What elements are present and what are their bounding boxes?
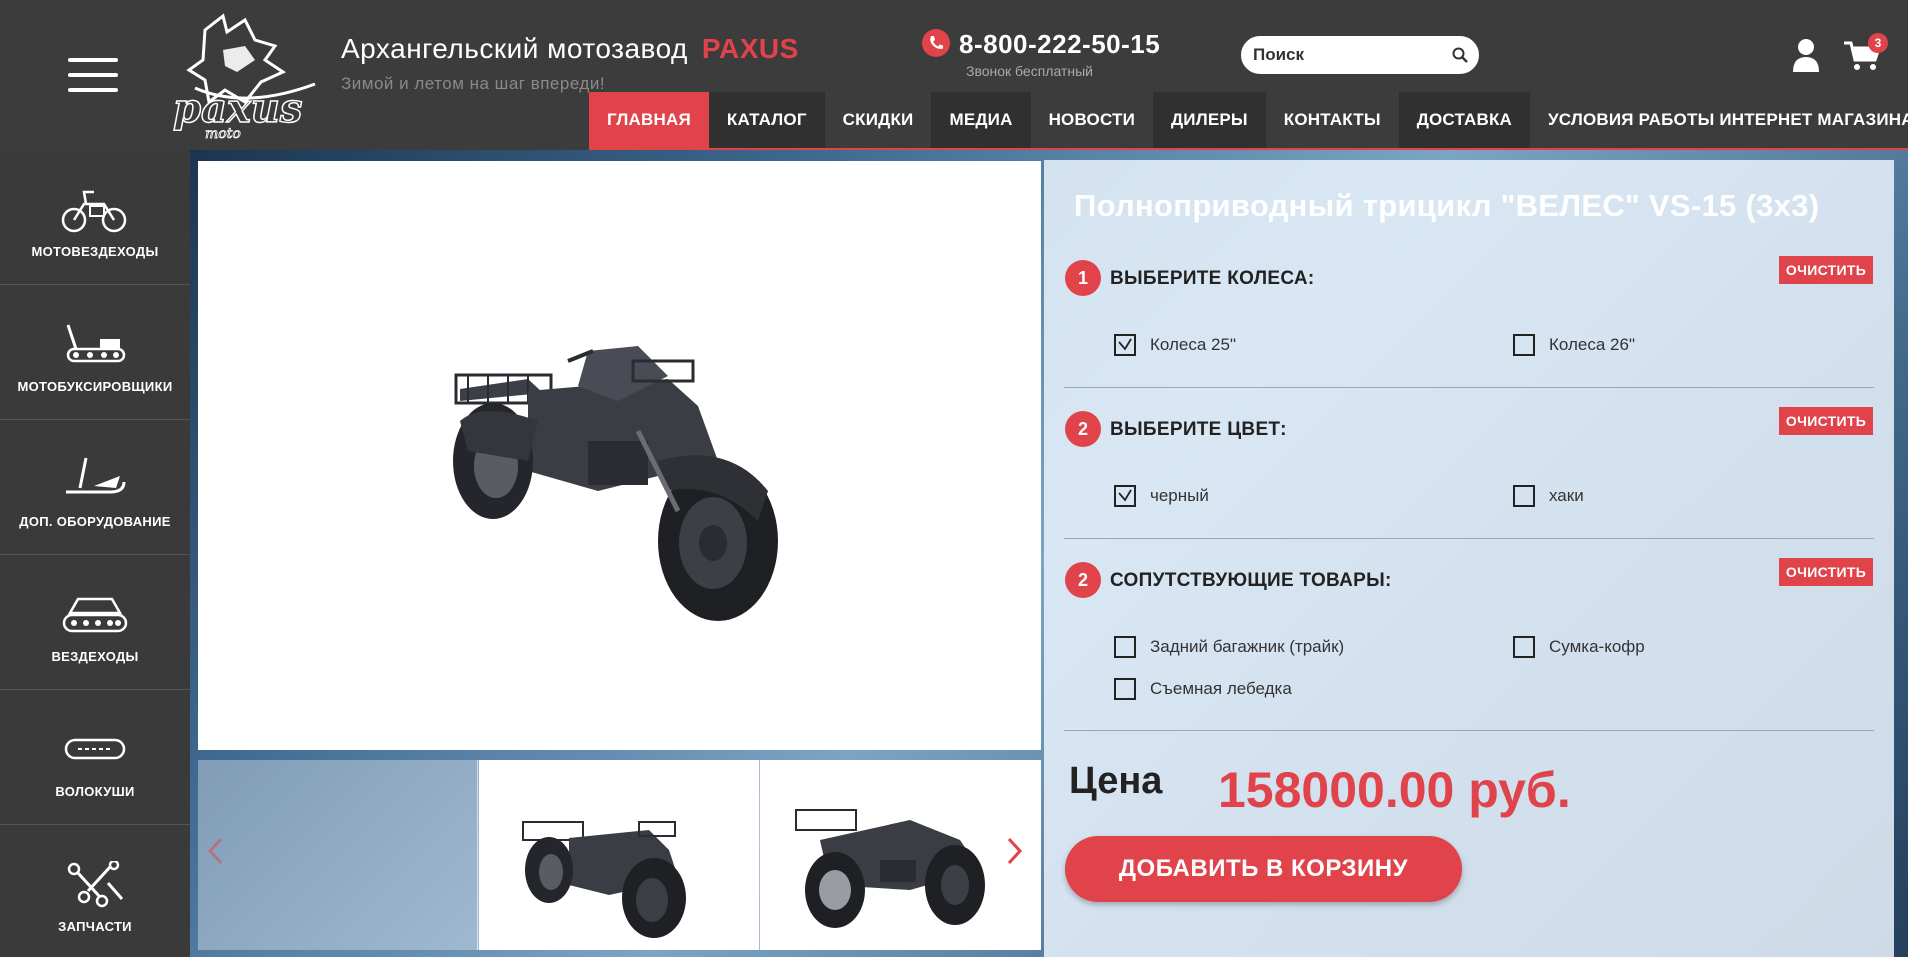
tools-icon bbox=[67, 861, 124, 908]
nav-news[interactable]: НОВОСТИ bbox=[1030, 92, 1153, 148]
sidebar-item-label: ЗАПЧАСТИ bbox=[58, 919, 132, 934]
brand-name: PAXUS bbox=[701, 33, 799, 64]
nav-home[interactable]: ГЛАВНАЯ bbox=[589, 92, 709, 148]
phone-note: Звонок бесплатный bbox=[966, 63, 1093, 79]
user-icon[interactable] bbox=[1792, 38, 1820, 72]
svg-text:moto: moto bbox=[205, 126, 241, 140]
trike-image bbox=[453, 346, 778, 621]
nav-delivery[interactable]: ДОСТАВКА bbox=[1398, 92, 1530, 148]
clear-related-button[interactable]: ОЧИСТИТЬ bbox=[1779, 558, 1873, 586]
site-title: Архангельский мотозавод PAXUS bbox=[341, 33, 799, 65]
product-main-image[interactable] bbox=[198, 161, 1041, 750]
phone-icon bbox=[922, 29, 950, 57]
sled-icon bbox=[66, 457, 126, 494]
option-label: Колеса 25" bbox=[1150, 335, 1236, 354]
option-label: Сумка-кофр bbox=[1549, 637, 1645, 656]
checkbox-checked[interactable] bbox=[1114, 334, 1136, 356]
nav-contacts[interactable]: КОНТАКТЫ bbox=[1265, 92, 1399, 148]
option-wheels-25[interactable]: Колеса 25" bbox=[1114, 333, 1236, 357]
option-label: Съемная лебедка bbox=[1150, 679, 1292, 698]
option-label: хаки bbox=[1549, 486, 1584, 505]
product-title: Полноприводный трицикл "ВЕЛЕС" VS-15 (3х… bbox=[1074, 188, 1820, 223]
site-name: Архангельский мотозавод bbox=[341, 33, 688, 64]
thumbnail-strip bbox=[198, 760, 1041, 950]
add-to-cart-button[interactable]: ДОБАВИТЬ В КОРЗИНУ bbox=[1065, 836, 1462, 902]
paxus-logo[interactable]: paxus moto bbox=[165, 10, 325, 140]
option-color-khaki[interactable]: хаки bbox=[1513, 484, 1584, 508]
divider bbox=[1064, 387, 1874, 388]
step-title-related: СОПУТСТВУЮЩИЕ ТОВАРЫ: bbox=[1110, 570, 1392, 591]
nav-discounts[interactable]: СКИДКИ bbox=[824, 92, 932, 148]
step-title-color: ВЫБЕРИТЕ ЦВЕТ: bbox=[1110, 419, 1287, 440]
trike-thumbnail-image bbox=[479, 760, 759, 950]
search-icon[interactable] bbox=[1451, 46, 1469, 64]
product-options-panel: Полноприводный трицикл "ВЕЛЕС" VS-15 (3х… bbox=[1044, 160, 1894, 957]
sidebar-item-all-terrain[interactable]: ВЕЗДЕХОДЫ bbox=[0, 555, 190, 690]
step-number: 1 bbox=[1065, 260, 1101, 296]
sidebar-item-label: ДОП. ОБОРУДОВАНИЕ bbox=[19, 514, 171, 529]
option-rear-rack[interactable]: Задний багажник (трайк) bbox=[1114, 635, 1344, 659]
thumbnail-2[interactable] bbox=[479, 760, 759, 950]
option-label: Задний багажник (трайк) bbox=[1150, 637, 1345, 656]
clear-color-button[interactable]: ОЧИСТИТЬ bbox=[1779, 407, 1873, 435]
search-input[interactable] bbox=[1253, 38, 1443, 72]
search-box bbox=[1241, 36, 1479, 74]
divider bbox=[1064, 730, 1874, 731]
option-bag[interactable]: Сумка-кофр bbox=[1513, 635, 1645, 659]
nav-shop-terms[interactable]: УСЛОВИЯ РАБОТЫ ИНТЕРНЕТ МАГАЗИНА bbox=[1530, 92, 1908, 148]
nav-catalog[interactable]: КАТАЛОГ bbox=[708, 92, 825, 148]
nav-media[interactable]: МЕДИА bbox=[931, 92, 1031, 148]
price-label: Цена bbox=[1069, 760, 1163, 802]
nav-dealers[interactable]: ДИЛЕРЫ bbox=[1153, 92, 1266, 148]
atv-icon bbox=[61, 190, 127, 233]
sidebar-item-label: МОТОВЕЗДЕХОДЫ bbox=[31, 244, 159, 259]
option-label: черный bbox=[1150, 486, 1209, 505]
snow-tractor-icon bbox=[66, 324, 126, 363]
sidebar-item-label: МОТОБУКСИРОВЩИКИ bbox=[17, 379, 173, 394]
phone-number[interactable]: 8-800-222-50-15 bbox=[959, 29, 1160, 60]
main-nav: ГЛАВНАЯ КАТАЛОГ СКИДКИ МЕДИА НОВОСТИ ДИЛ… bbox=[589, 92, 1908, 150]
checkbox[interactable] bbox=[1513, 636, 1535, 658]
trike-thumbnail-image bbox=[760, 760, 1041, 950]
step-number: 2 bbox=[1065, 562, 1101, 598]
sidebar-item-equipment[interactable]: ДОП. ОБОРУДОВАНИЕ bbox=[0, 420, 190, 555]
option-color-black[interactable]: черный bbox=[1114, 484, 1209, 508]
category-sidebar: МОТОВЕЗДЕХОДЫ МОТОБУКСИРОВЩИКИ ДОП. ОБОР… bbox=[0, 150, 190, 957]
cart-count-badge: 3 bbox=[1868, 33, 1888, 53]
sidebar-item-snow-tractors[interactable]: МОТОБУКСИРОВЩИКИ bbox=[0, 285, 190, 420]
checkbox[interactable] bbox=[1513, 334, 1535, 356]
step-title-wheels: ВЫБЕРИТЕ КОЛЕСА: bbox=[1110, 268, 1315, 289]
option-winch[interactable]: Съемная лебедка bbox=[1114, 677, 1292, 701]
thumbnail-3[interactable] bbox=[760, 760, 1041, 950]
chevron-right-icon[interactable] bbox=[1004, 836, 1024, 866]
clear-wheels-button[interactable]: ОЧИСТИТЬ bbox=[1779, 256, 1873, 284]
menu-burger-icon[interactable] bbox=[68, 58, 118, 92]
thumbnail-1[interactable] bbox=[198, 760, 478, 950]
tracked-vehicle-icon bbox=[62, 597, 128, 633]
checkbox[interactable] bbox=[1114, 636, 1136, 658]
step-number: 2 bbox=[1065, 411, 1101, 447]
sidebar-item-spare-parts[interactable]: ЗАПЧАСТИ bbox=[0, 825, 190, 957]
chevron-left-icon[interactable] bbox=[206, 836, 226, 866]
svg-text:paxus: paxus bbox=[173, 85, 302, 132]
price-value: 158000.00 руб. bbox=[1218, 762, 1571, 818]
sidebar-item-drag-sleds[interactable]: ВОЛОКУШИ bbox=[0, 690, 190, 825]
option-label: Колеса 26" bbox=[1549, 335, 1635, 354]
checkbox[interactable] bbox=[1114, 678, 1136, 700]
divider bbox=[1064, 538, 1874, 539]
sidebar-item-atv[interactable]: МОТОВЕЗДЕХОДЫ bbox=[0, 150, 190, 285]
sidebar-item-label: ВЕЗДЕХОДЫ bbox=[51, 649, 139, 664]
site-slogan: Зимой и летом на шаг впереди! bbox=[341, 74, 606, 93]
checkbox[interactable] bbox=[1513, 485, 1535, 507]
option-wheels-26[interactable]: Колеса 26" bbox=[1513, 333, 1635, 357]
checkbox-checked[interactable] bbox=[1114, 485, 1136, 507]
sidebar-item-label: ВОЛОКУШИ bbox=[55, 784, 135, 799]
drag-sled-icon bbox=[64, 738, 126, 760]
